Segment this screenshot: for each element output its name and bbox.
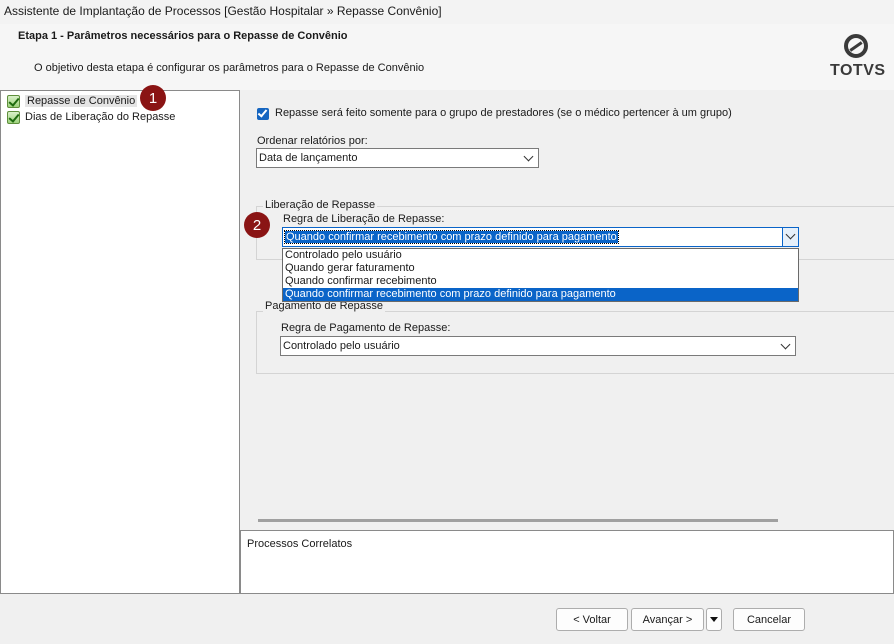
- pagamento-rule-label: Regra de Pagamento de Repasse:: [281, 322, 451, 334]
- totvs-logo: TOTVS: [828, 32, 888, 84]
- tree-item-repasse-convenio[interactable]: Repasse de Convênio: [7, 94, 138, 108]
- chevron-down-icon: [780, 339, 791, 350]
- group-only-checkbox-label: Repasse será feito somente para o grupo …: [275, 107, 732, 119]
- green-check-icon: [7, 110, 20, 124]
- group-only-checkbox[interactable]: [257, 108, 269, 120]
- next-button[interactable]: Avançar >: [631, 608, 704, 631]
- parameters-panel: Repasse será feito somente para o grupo …: [240, 90, 894, 530]
- wizard-header: Etapa 1 - Parâmetros necessários para o …: [0, 24, 894, 90]
- tree-item-dias-liberacao[interactable]: Dias de Liberação do Repasse: [7, 110, 175, 124]
- chevron-down-icon[interactable]: [782, 228, 798, 246]
- chevron-down-icon: [523, 151, 534, 162]
- order-select-value: Data de lançamento: [259, 152, 358, 164]
- liberacao-rule-value: Quando confirmar recebimento com prazo d…: [284, 230, 619, 244]
- pagamento-rule-value: Controlado pelo usuário: [283, 340, 400, 352]
- liberacao-group-title: Liberação de Repasse: [263, 199, 378, 211]
- dropdown-option[interactable]: Quando confirmar recebimento: [283, 275, 798, 288]
- green-check-icon: [7, 94, 20, 108]
- liberacao-rule-select[interactable]: Quando confirmar recebimento com prazo d…: [282, 227, 799, 247]
- steps-tree: Repasse de Convênio Dias de Liberação do…: [0, 90, 240, 594]
- step-title: Etapa 1 - Parâmetros necessários para o …: [18, 30, 348, 42]
- annotation-badge-2: 2: [244, 212, 270, 238]
- pagamento-rule-select[interactable]: Controlado pelo usuário: [280, 336, 796, 356]
- related-processes-panel: Processos Correlatos: [240, 530, 894, 594]
- cancel-button[interactable]: Cancelar: [733, 608, 805, 631]
- liberacao-rule-dropdown: Controlado pelo usuário Quando gerar fat…: [282, 248, 799, 302]
- back-button[interactable]: < Voltar: [556, 608, 628, 631]
- next-dropdown-button[interactable]: [706, 608, 722, 631]
- liberacao-rule-label: Regra de Liberação de Repasse:: [283, 213, 445, 225]
- horizontal-scrollbar[interactable]: [258, 519, 778, 522]
- dropdown-option-selected[interactable]: Quando confirmar recebimento com prazo d…: [283, 288, 798, 301]
- tree-item-label: Repasse de Convênio: [25, 95, 138, 107]
- logo-text: TOTVS: [830, 62, 886, 79]
- totvs-logo-icon: [844, 34, 868, 58]
- order-select[interactable]: Data de lançamento: [256, 148, 539, 168]
- dropdown-option[interactable]: Controlado pelo usuário: [283, 249, 798, 262]
- tree-item-label: Dias de Liberação do Repasse: [25, 111, 176, 123]
- step-description: O objetivo desta etapa é configurar os p…: [34, 62, 425, 74]
- dropdown-option[interactable]: Quando gerar faturamento: [283, 262, 798, 275]
- annotation-badge-1: 1: [140, 85, 166, 111]
- pagamento-group: Pagamento de Repasse Regra de Pagamento …: [256, 300, 894, 374]
- related-processes-title: Processos Correlatos: [247, 538, 353, 550]
- order-label: Ordenar relatórios por:: [257, 135, 368, 147]
- window-title: Assistente de Implantação de Processos […: [0, 0, 894, 24]
